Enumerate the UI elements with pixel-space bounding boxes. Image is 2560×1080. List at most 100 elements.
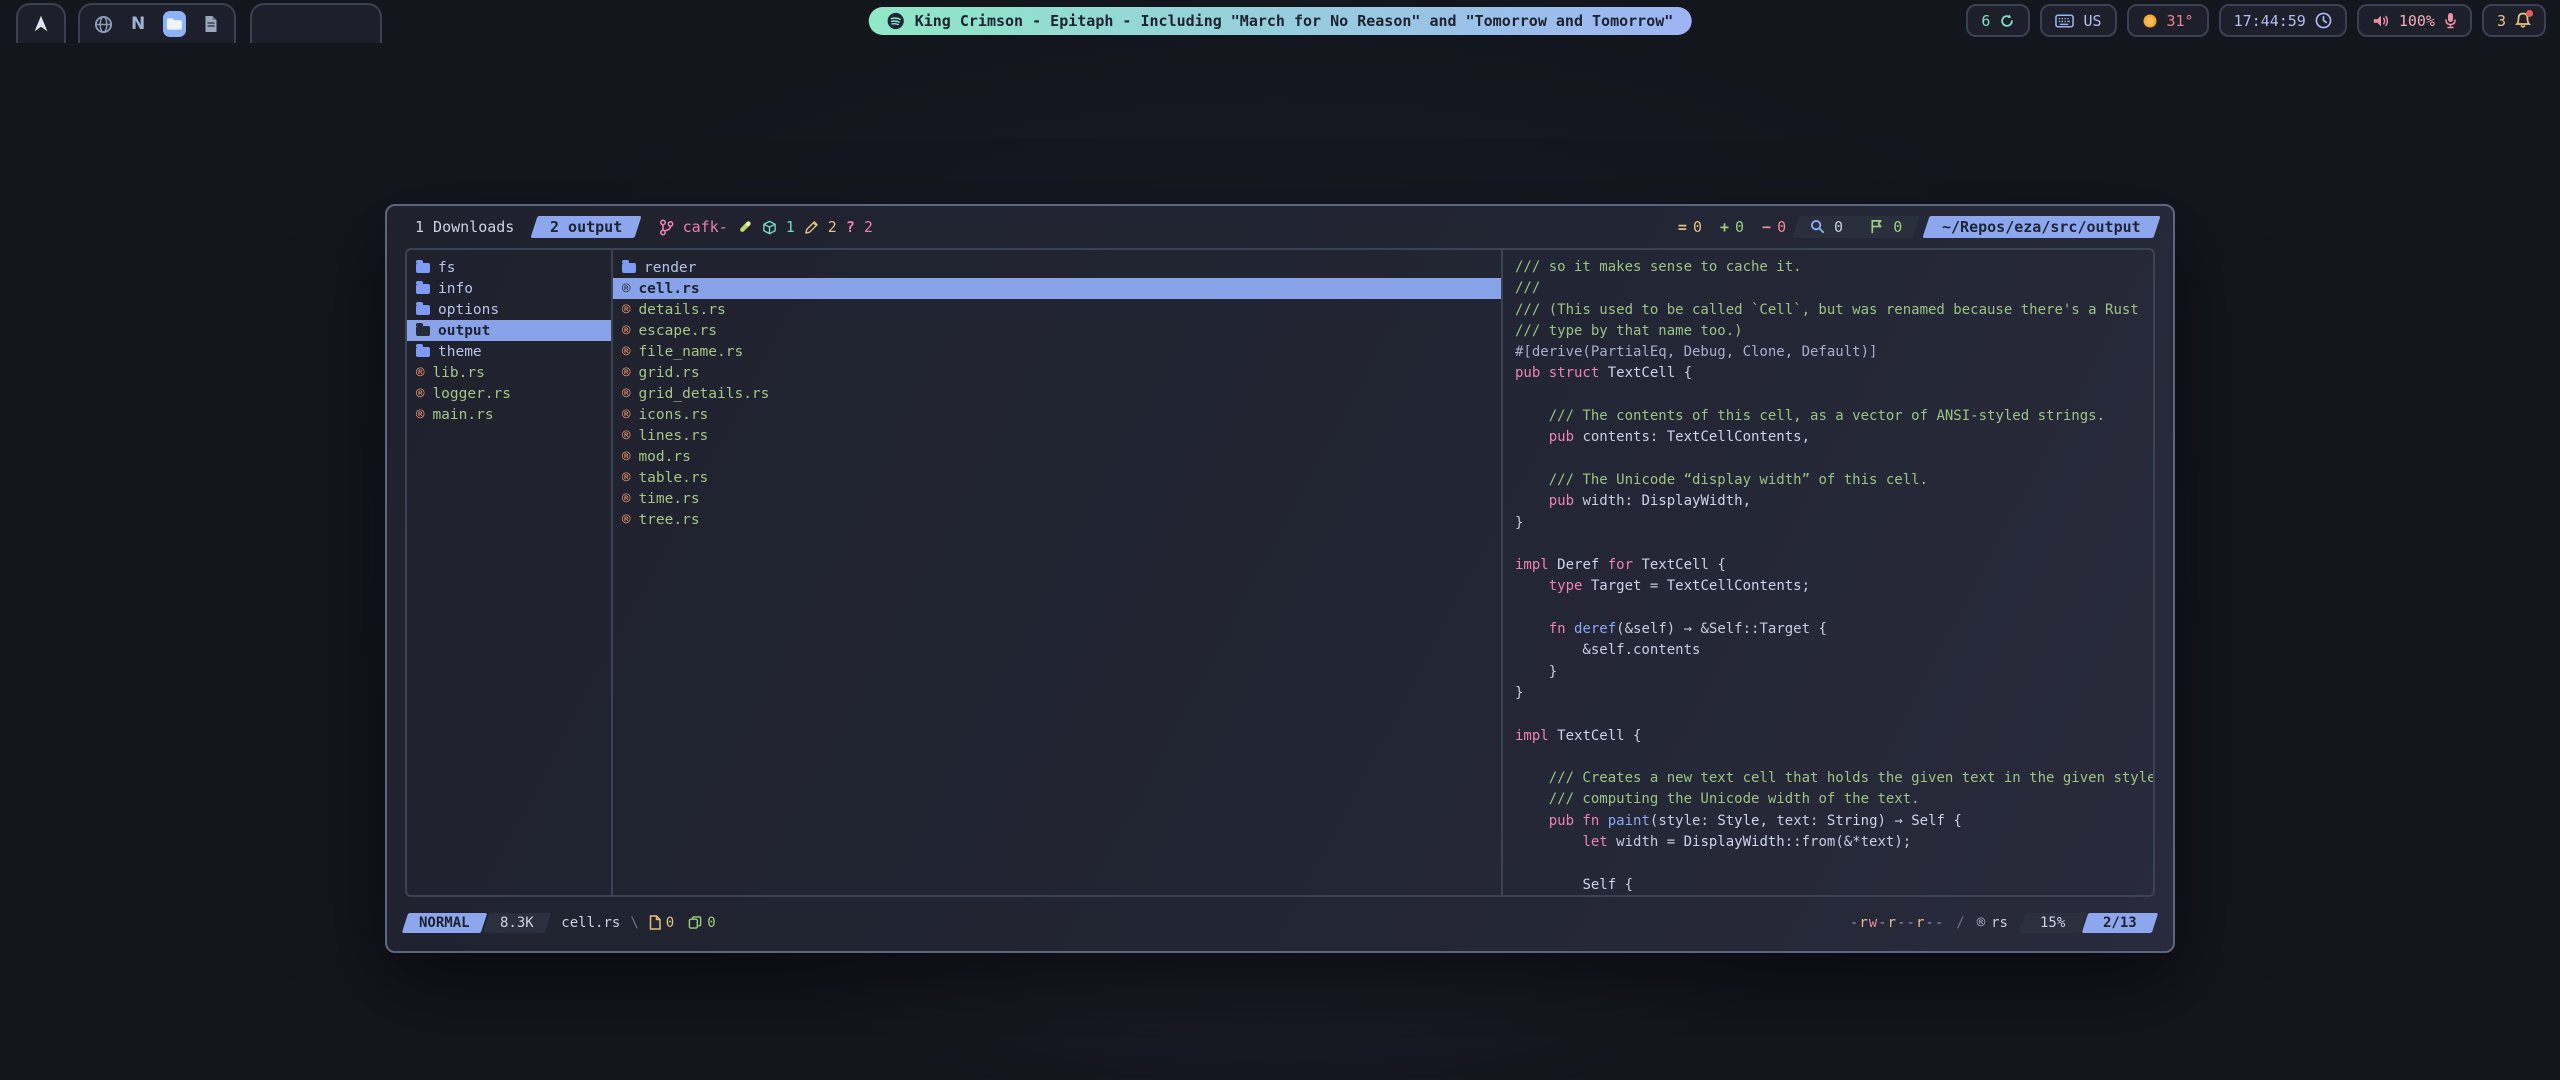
keyboard-icon [2055, 14, 2074, 28]
weather-pill[interactable]: 31° [2127, 4, 2209, 37]
code-line [1515, 598, 2153, 619]
file-row-fs[interactable]: fs [407, 257, 611, 278]
volume-pill[interactable]: 100% [2357, 4, 2472, 37]
code-line: } [1515, 683, 2153, 704]
code-line: /// type by that name too.) [1515, 321, 2153, 342]
neovim-icon[interactable]: N [129, 12, 147, 36]
code-line [1515, 534, 2153, 555]
find-counters: 0 0 [1793, 216, 1920, 238]
file-name: lines.rs [638, 428, 708, 444]
separator-backslash: \ [630, 915, 638, 931]
git-branch-name: cafk- [683, 218, 728, 236]
file-row-icons.rs[interactable]: ® icons.rs [613, 404, 1501, 425]
now-playing-widget[interactable]: King Crimson - Epitaph - Including "Marc… [869, 7, 1692, 35]
volume-level: 100% [2399, 12, 2435, 30]
file-name: details.rs [638, 302, 725, 318]
file-row-main.rs[interactable]: ®main.rs [407, 404, 611, 425]
file-row-details.rs[interactable]: ® details.rs [613, 299, 1501, 320]
scroll-percent: 15% [2019, 913, 2087, 933]
code-line: let width = DisplayWidth::from(&*text); [1515, 832, 2153, 853]
removed-count: 0 [1777, 218, 1786, 236]
file-name: output [438, 323, 490, 339]
arrow-logo-icon [30, 13, 52, 35]
status-filename: cell.rs [561, 915, 620, 931]
file-row-grid_details.rs[interactable]: ®grid_details.rs [613, 383, 1501, 404]
file-row-file_name.rs[interactable]: ®file_name.rs [613, 341, 1501, 362]
rust-file-icon: ® [622, 492, 630, 506]
code-line [1515, 385, 2153, 406]
updates-pill[interactable]: 6 [1966, 4, 2030, 37]
workspace-visualizer[interactable] [250, 3, 382, 43]
git-untracked-count: 2 [864, 218, 873, 236]
file-name: icons.rs [638, 407, 708, 423]
code-line: #[derive(PartialEq, Debug, Clone, Defaul… [1515, 342, 2153, 363]
folder-icon [416, 284, 430, 294]
quick-launch-dock: N [78, 3, 236, 43]
code-line [1515, 704, 2153, 725]
file-row-info[interactable]: info [407, 278, 611, 299]
rust-file-icon: ® [622, 366, 630, 380]
file-name: lib.rs [432, 365, 484, 381]
keyboard-layout: US [2083, 12, 2101, 30]
rust-file-icon: ® [622, 324, 630, 338]
file-row-table.rs[interactable]: ®table.rs [613, 467, 1501, 488]
file-row-cell.rs[interactable]: ®cell.rs [613, 278, 1501, 299]
test-tube-icon [737, 219, 753, 235]
code-line: /// (This used to be called `Cell`, but … [1515, 300, 2153, 321]
git-ahead-count: 1 [786, 218, 795, 236]
file-row-theme[interactable]: theme [407, 341, 611, 362]
microphone-icon [2444, 12, 2457, 29]
clipboard-counter: 0 [688, 915, 715, 931]
added-count: 0 [1735, 218, 1744, 236]
top-bar: N King Crimson - Epitaph - Including "Ma… [0, 0, 2560, 40]
code-line [1515, 449, 2153, 470]
rust-file-icon: ® [416, 366, 424, 380]
file-row-tree.rs[interactable]: ®tree.rs [613, 509, 1501, 530]
code-line [1515, 747, 2153, 768]
file-row-grid.rs[interactable]: ® grid.rs [613, 362, 1501, 383]
rust-file-icon: ® [622, 429, 630, 443]
launcher-logo-button[interactable] [16, 3, 66, 43]
notifications-pill[interactable]: 3 [2482, 4, 2546, 37]
folder-icon [416, 305, 430, 315]
code-line: } [1515, 513, 2153, 534]
file-row-lib.rs[interactable]: ® lib.rs [407, 362, 611, 383]
current-pane: render®cell.rs ® details.rs ®escape.rs®file… [613, 250, 1503, 895]
status-bar: NORMAL 8.3K cell.rs \ 0 0 -rw-r--r-- / ®… [405, 910, 2155, 935]
refresh-icon [1999, 13, 2015, 29]
cursor-position: 2/13 [2082, 913, 2158, 933]
equal-count: 0 [1693, 218, 1702, 236]
rust-file-icon: ® [622, 471, 630, 485]
code-line: fn deref(&self) → &Self::Target { [1515, 619, 2153, 640]
rust-file-icon: ® [622, 450, 630, 464]
file-row-escape.rs[interactable]: ®escape.rs [613, 320, 1501, 341]
file-row-logger.rs[interactable]: ®logger.rs [407, 383, 611, 404]
tab-output[interactable]: 2 output [531, 216, 642, 238]
file-name: info [438, 281, 473, 297]
file-row-mod.rs[interactable]: ®mod.rs [613, 446, 1501, 467]
file-name: grid.rs [638, 365, 699, 381]
rust-file-icon: ® [622, 303, 630, 317]
folder-icon [416, 326, 430, 336]
keyboard-layout-pill[interactable]: US [2040, 4, 2116, 37]
file-row-time.rs[interactable]: ®time.rs [613, 488, 1501, 509]
bell-icon [2515, 12, 2531, 29]
file-name: main.rs [432, 407, 493, 423]
notification-count: 3 [2497, 12, 2506, 30]
file-manager-icon[interactable] [163, 11, 186, 37]
file-row-options[interactable]: options [407, 299, 611, 320]
tab-downloads[interactable]: 1 Downloads [403, 218, 526, 236]
search-icon [1810, 219, 1825, 234]
temperature: 31° [2167, 12, 2194, 30]
browser-globe-icon[interactable] [94, 12, 113, 36]
rust-file-icon: ® [622, 408, 630, 422]
clock-pill[interactable]: 17:44:59 [2219, 4, 2347, 37]
music-title: King Crimson - Epitaph - Including "Marc… [915, 12, 1674, 30]
file-row-lines.rs[interactable]: ® lines.rs [613, 425, 1501, 446]
rust-lang-icon: ® [1977, 916, 1985, 930]
search-count: 0 [1834, 218, 1843, 236]
file-row-render[interactable]: render [613, 257, 1501, 278]
document-icon[interactable] [202, 12, 220, 36]
code-line: /// Creates a new text cell that holds t… [1515, 768, 2153, 789]
file-row-output[interactable]: output [407, 320, 611, 341]
